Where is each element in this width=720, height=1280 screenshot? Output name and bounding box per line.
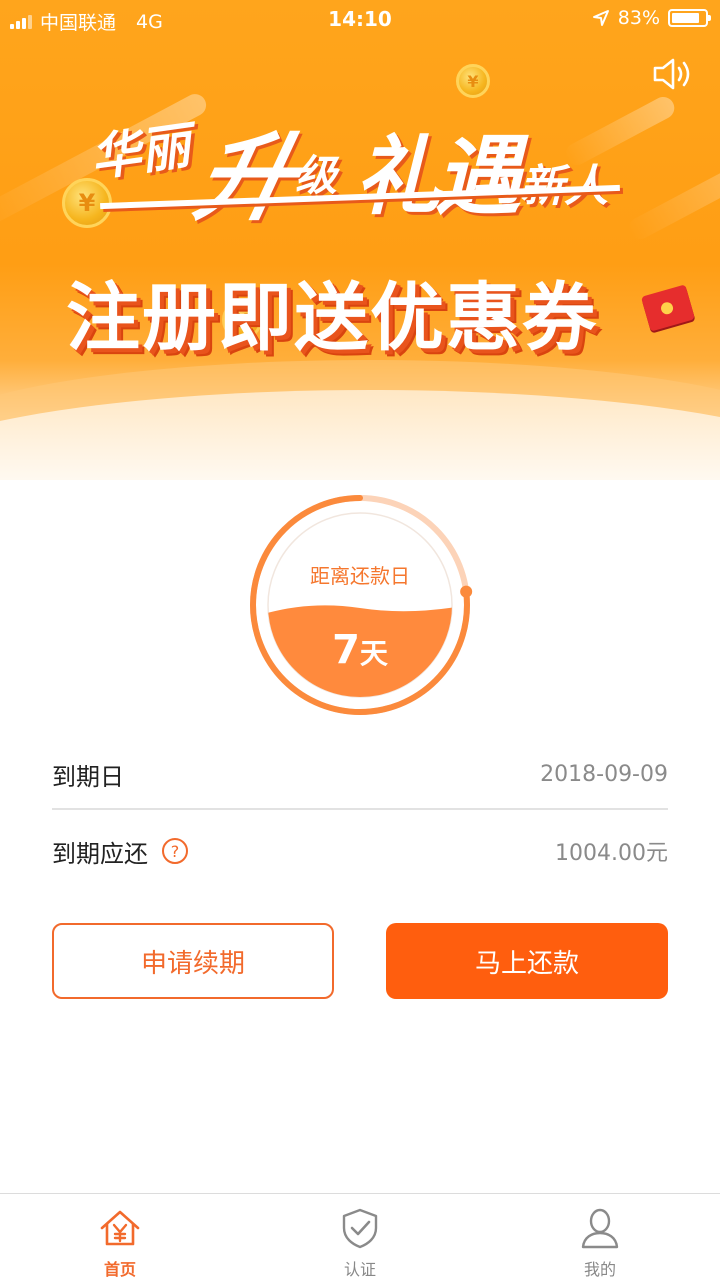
headline-text: 升 xyxy=(186,122,307,234)
headline-text: 新人 xyxy=(520,150,608,214)
due-amount-value: 1004.00元 xyxy=(555,841,668,866)
status-bar: 中国联通 4G 14:10 83% xyxy=(0,0,720,38)
banner-subheadline: 注册即送优惠券 xyxy=(66,275,598,361)
battery-level xyxy=(672,13,699,23)
coin-icon: ¥ xyxy=(456,64,490,98)
tab-mine[interactable]: 我的 xyxy=(480,1194,720,1280)
help-icon[interactable]: ? xyxy=(162,838,188,864)
days-number: 7 xyxy=(332,627,360,673)
location-arrow-icon xyxy=(592,10,609,26)
tab-label: 我的 xyxy=(583,1260,616,1279)
due-amount-label: 到期应还 xyxy=(52,839,148,868)
battery-icon xyxy=(668,9,711,27)
promo-banner[interactable]: ¥ ¥ ¥ 华丽 升 级 礼遇 新人 注册即送优惠券 xyxy=(0,0,720,480)
tab-home[interactable]: 首页 xyxy=(0,1194,240,1280)
speaker-icon xyxy=(653,58,690,90)
renew-button[interactable]: 申请续期 xyxy=(52,923,334,999)
battery-percent: 83% xyxy=(617,7,660,29)
red-packet-icon xyxy=(640,284,696,332)
due-amount-label-wrap: 到期应还 ? xyxy=(52,834,188,869)
shield-check-icon xyxy=(342,1208,378,1249)
due-date-row: 到期日 2018-09-09 xyxy=(52,740,668,810)
countdown-label: 距离还款日 xyxy=(310,564,410,588)
user-icon xyxy=(581,1208,619,1249)
home-yuan-icon xyxy=(100,1210,140,1246)
days-remaining: 7天 xyxy=(247,627,473,673)
due-date-value: 2018-09-09 xyxy=(540,761,668,787)
headline-text: 华丽 xyxy=(87,116,195,188)
due-amount-row: 到期应还 ? 1004.00元 xyxy=(52,816,668,886)
tab-label: 首页 xyxy=(103,1260,136,1279)
countdown-ring xyxy=(250,495,473,715)
headline-text: 礼遇 xyxy=(355,127,521,227)
tab-label: 认证 xyxy=(343,1260,376,1279)
sound-toggle-button[interactable] xyxy=(652,56,698,92)
headline-text: 级 xyxy=(295,151,338,200)
repay-now-button[interactable]: 马上还款 xyxy=(386,923,668,999)
repayment-countdown: 距离还款日 7天 xyxy=(247,492,473,718)
due-date-label: 到期日 xyxy=(52,762,124,791)
banner-headline: 华丽 升 级 礼遇 新人 xyxy=(87,100,650,240)
tab-verification[interactable]: 认证 xyxy=(240,1194,480,1280)
bottom-tab-bar: 首页 认证 我的 xyxy=(0,1193,720,1280)
banner-wave xyxy=(0,390,720,480)
days-unit: 天 xyxy=(359,637,388,670)
